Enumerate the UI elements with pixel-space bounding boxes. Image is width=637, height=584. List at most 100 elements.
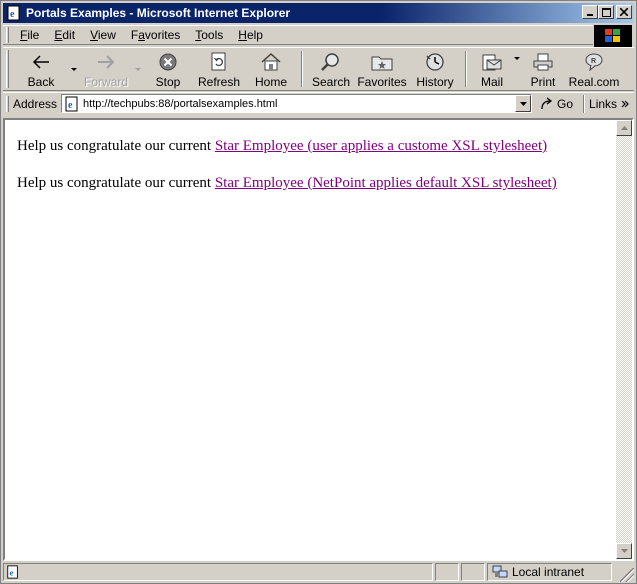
mail-dropdown[interactable]	[513, 48, 521, 68]
menu-edit[interactable]: Edit	[47, 28, 83, 42]
security-zone-pane[interactable]: Local intranet	[487, 563, 612, 581]
menu-bar: File Edit View Favorites Tools Help	[3, 25, 593, 45]
address-label: Address	[13, 96, 58, 111]
menu-favorites[interactable]: Favorites	[124, 28, 188, 42]
minimize-icon	[587, 14, 593, 16]
vertical-scrollbar[interactable]	[616, 120, 632, 559]
search-label: Search	[311, 75, 351, 89]
star-employee-default-xsl-link[interactable]: Star Employee (NetPoint applies default …	[215, 175, 557, 191]
svg-text:e: e	[10, 9, 15, 20]
menu-tools-label: ools	[201, 28, 224, 42]
favorites-folder-icon	[371, 56, 393, 71]
menu-edit-label: dit	[62, 28, 76, 42]
congrats-line: Help us congratulate our current Star Em…	[17, 175, 557, 192]
ie-page-icon: e	[7, 565, 18, 579]
toolbar-grip[interactable]	[6, 50, 9, 88]
window-title: Portals Examples - Microsoft Internet Ex…	[26, 6, 291, 20]
menu-file-label: ile	[27, 28, 40, 42]
realcom-label: Real.com	[568, 75, 620, 89]
chevron-right-double-icon	[621, 100, 629, 107]
printer-icon	[533, 53, 553, 71]
home-button[interactable]: Home	[245, 48, 297, 90]
search-icon	[321, 53, 339, 71]
favorites-button[interactable]: Favorites	[355, 48, 409, 90]
resize-grip[interactable]	[620, 568, 634, 582]
menu-file[interactable]: File	[13, 28, 47, 42]
scroll-up-arrow-icon	[620, 126, 628, 130]
refresh-button[interactable]: Refresh	[193, 48, 245, 90]
links-button[interactable]: Links	[589, 97, 629, 111]
menu-view-key: V	[90, 28, 98, 42]
congrats-text: Help us congratulate our current	[17, 138, 215, 154]
print-button[interactable]: Print	[521, 48, 565, 90]
menu-tools[interactable]: Tools	[188, 28, 231, 42]
history-button[interactable]: History	[409, 48, 461, 90]
close-button[interactable]	[616, 5, 632, 19]
ie-page-icon: e	[7, 5, 20, 21]
title-bar[interactable]: e Portals Examples - Microsoft Internet …	[3, 3, 634, 23]
menu-help[interactable]: Help	[231, 28, 271, 42]
forward-button[interactable]: Forward	[79, 48, 133, 90]
refresh-label: Refresh	[197, 75, 241, 89]
go-arrow-icon	[541, 96, 553, 109]
favorites-label: Favorites	[357, 75, 407, 89]
status-pane	[461, 563, 485, 581]
menu-help-label: elp	[246, 28, 263, 42]
scroll-up-button[interactable]	[616, 120, 632, 136]
standard-toolbar: Back Forward Stop Refresh Home Search Fa	[3, 47, 634, 91]
scroll-down-button[interactable]	[616, 543, 632, 559]
stop-button[interactable]: Stop	[143, 48, 193, 90]
links-separator	[583, 94, 586, 113]
chevron-down-icon	[135, 68, 141, 71]
forward-arrow-icon	[98, 55, 115, 69]
close-icon	[620, 8, 628, 16]
addressbar-grip[interactable]	[6, 95, 9, 112]
stop-icon	[159, 53, 177, 71]
back-button[interactable]: Back	[13, 48, 69, 90]
mail-icon	[482, 54, 502, 71]
windows-logo	[594, 25, 632, 47]
menu-view[interactable]: View	[83, 28, 124, 42]
menu-help-key: H	[238, 28, 247, 42]
menu-favorites-key: a	[138, 28, 145, 42]
svg-text:e: e	[68, 100, 73, 111]
refresh-icon	[211, 52, 226, 71]
back-label: Back	[27, 75, 55, 89]
realcom-button[interactable]: R Real.com	[565, 48, 623, 90]
history-icon	[426, 53, 444, 71]
maximize-button[interactable]	[598, 5, 614, 19]
page-viewport[interactable]: Help us congratulate our current Star Em…	[3, 118, 634, 561]
go-label: Go	[557, 96, 574, 111]
home-icon	[261, 52, 281, 71]
congrats-text: Help us congratulate our current	[17, 175, 215, 191]
address-dropdown-button[interactable]	[515, 95, 532, 112]
links-label: Links	[589, 96, 618, 111]
menu-view-label: iew	[97, 28, 116, 42]
search-button[interactable]: Search	[307, 48, 355, 90]
mail-label: Mail	[480, 75, 503, 89]
home-label: Home	[254, 75, 287, 89]
chevron-down-icon	[519, 101, 527, 106]
star-employee-custom-xsl-link[interactable]: Star Employee (user applies a custome XS…	[215, 138, 547, 154]
window-controls	[582, 5, 632, 19]
back-dropdown[interactable]	[69, 48, 79, 90]
chevron-down-icon	[71, 68, 77, 71]
toolbar-separator	[301, 51, 303, 87]
back-arrow-icon	[32, 55, 49, 69]
menubar-grip[interactable]	[6, 27, 9, 43]
scroll-down-arrow-icon	[620, 549, 628, 553]
stop-label: Stop	[155, 75, 181, 89]
svg-text:e: e	[10, 568, 14, 578]
forward-dropdown[interactable]	[133, 48, 143, 90]
address-input[interactable]: e http://techpubs:88/portalsexamples.htm…	[61, 94, 533, 113]
history-label: History	[416, 75, 454, 89]
print-label: Print	[530, 75, 556, 89]
maximize-icon	[601, 7, 611, 17]
browser-window: e Portals Examples - Microsoft Internet …	[0, 0, 637, 584]
go-button[interactable]: Go	[540, 97, 573, 111]
minimize-button[interactable]	[582, 5, 598, 19]
address-url: http://techpubs:88/portalsexamples.html	[83, 97, 278, 110]
mail-button[interactable]: Mail	[471, 48, 513, 90]
real-com-icon: R	[585, 53, 603, 72]
security-zone-label: Local intranet	[512, 565, 585, 579]
